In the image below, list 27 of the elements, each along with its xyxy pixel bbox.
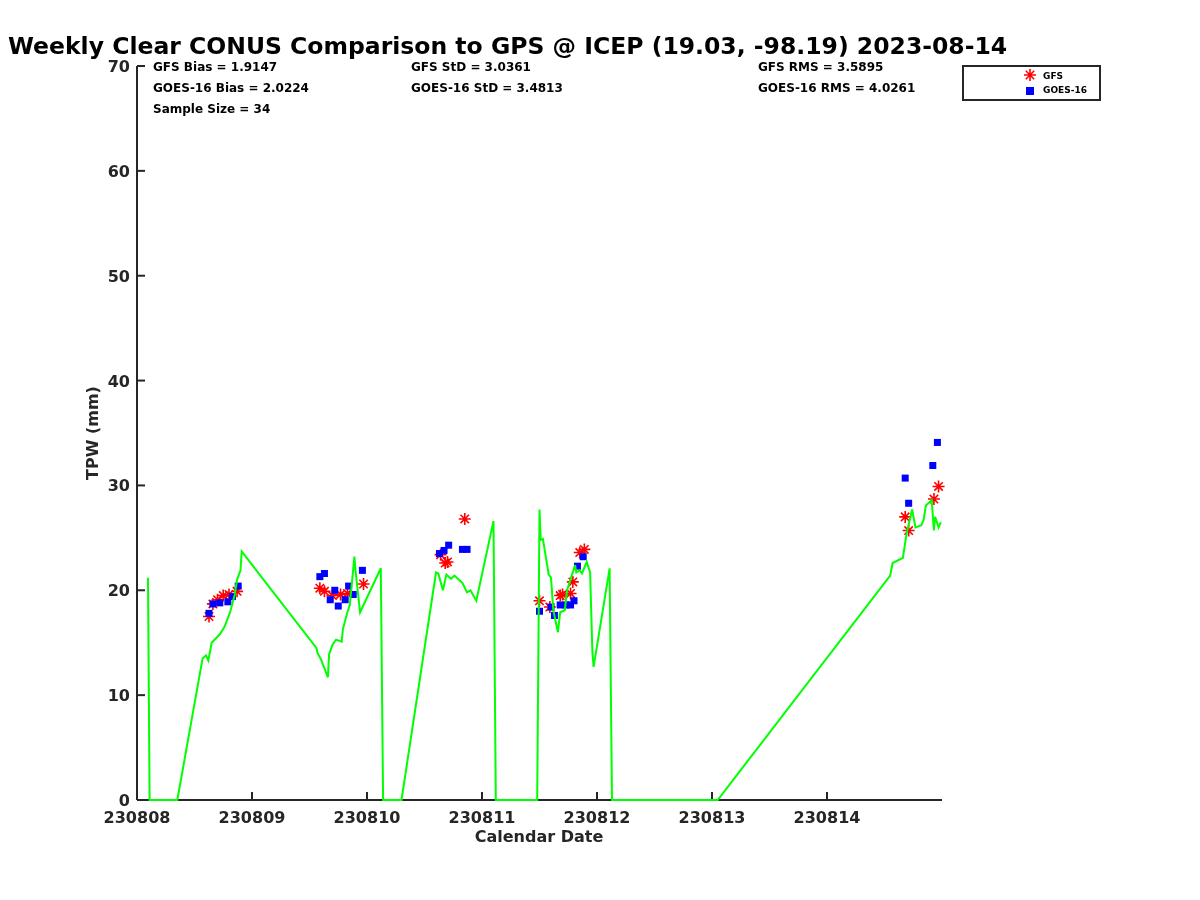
y-tick-label: 0	[118, 791, 130, 810]
stat-text: GFS RMS = 3.5895	[758, 60, 884, 74]
x-tick-label: 230810	[333, 808, 401, 827]
x-axis-label: Calendar Date	[474, 827, 604, 846]
y-tick-label: 70	[107, 57, 130, 76]
y-tick-label: 60	[107, 161, 130, 181]
stat-text: GOES-16 RMS = 4.0261	[758, 81, 916, 95]
stat-text: GFS StD = 3.0361	[411, 60, 531, 74]
x-tick-label: 230814	[793, 808, 861, 827]
y-tick-label: 10	[107, 686, 130, 706]
stat-text: GOES-16 StD = 3.4813	[411, 81, 563, 95]
x-tick-label: 230811	[448, 808, 516, 827]
legend-label: GFS	[1043, 71, 1064, 81]
y-tick-label: 40	[107, 371, 130, 391]
stat-text: Sample Size = 34	[153, 102, 271, 116]
y-axis-label: TPW (mm)	[83, 386, 102, 480]
stat-text: GOES-16 Bias = 2.0224	[153, 81, 309, 95]
x-tick-label: 230809	[218, 808, 286, 827]
x-tick-label: 230812	[563, 808, 631, 827]
stat-text: GFS Bias = 1.9147	[153, 60, 278, 74]
x-tick-label: 230808	[103, 808, 171, 827]
y-tick-label: 50	[107, 266, 130, 286]
chart-title: Weekly Clear CONUS Comparison to GPS @ ICEP (19.03, -98.19) 2023-08-14	[8, 32, 1008, 60]
legend-label: GOES-16	[1043, 85, 1087, 95]
y-tick-label: 20	[107, 581, 130, 601]
y-tick-label: 30	[107, 476, 130, 496]
x-tick-label: 230813	[678, 808, 746, 827]
